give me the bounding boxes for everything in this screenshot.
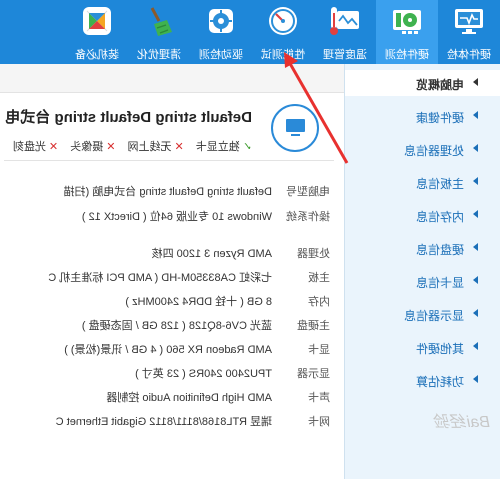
app-window: 硬件体检 硬件检测 温度管理 性能测试 驱动检测 清理优化 装机必备 电脑概览 … (0, 0, 500, 479)
watermark: Bai经验 (434, 414, 490, 431)
annotation-arrow (284, 52, 349, 164)
